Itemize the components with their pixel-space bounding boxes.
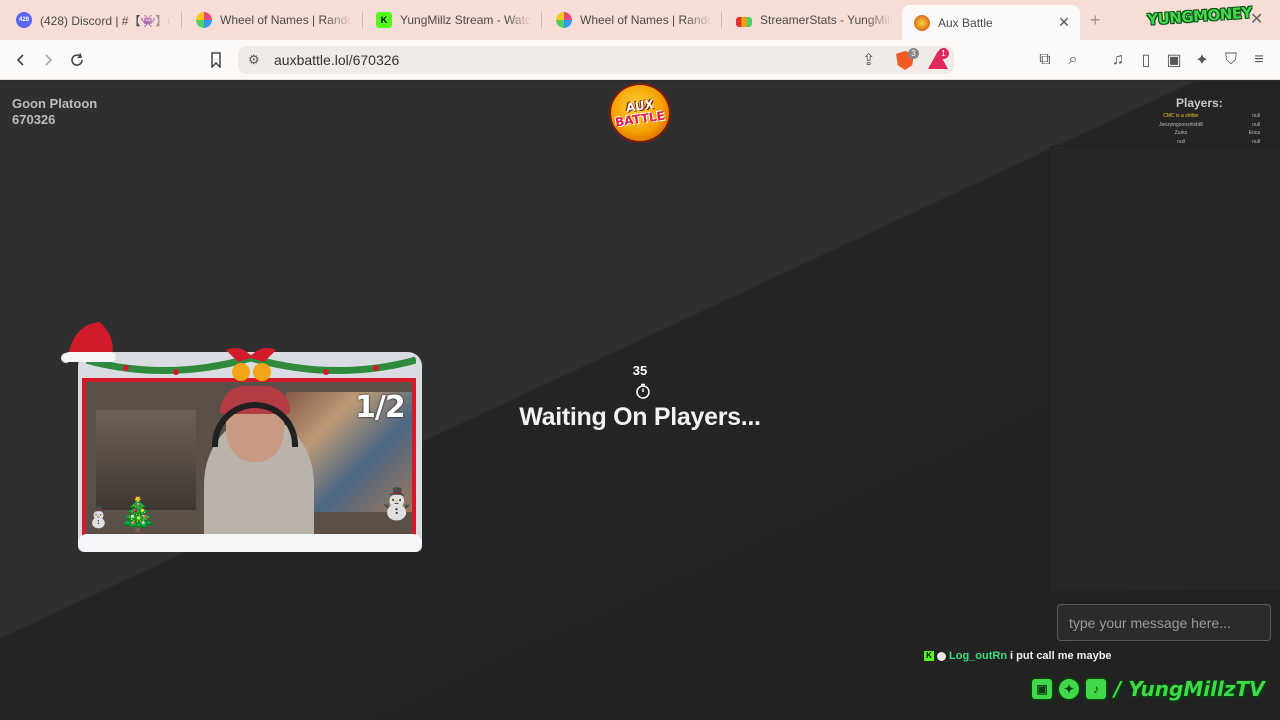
tab-bar: 428 (428) Discord | #【👾】Gene Wheel of Na… — [0, 0, 1280, 40]
player-score: null — [1252, 113, 1260, 119]
tab-kick-stream[interactable]: K YungMillz Stream - Watch — [364, 5, 540, 35]
countdown-value: 35 — [632, 363, 648, 378]
site-settings-icon[interactable]: ⚙ — [248, 52, 260, 68]
kick-icon: K — [376, 12, 392, 28]
chat-message-input[interactable] — [1057, 604, 1271, 641]
logo-line-battle: BATTLE — [614, 108, 666, 130]
stopwatch-icon — [636, 383, 650, 399]
tab-streamerstats[interactable]: StreamerStats - YungMillz — [724, 5, 900, 35]
room-name: Goon Platoon — [12, 96, 98, 111]
share-icon[interactable]: ⇪ — [862, 50, 875, 70]
chat-panel — [1049, 145, 1280, 590]
player-row: Jeezyingoonshlxbt8 null — [1140, 121, 1260, 130]
tab-title: Wheel of Names | Random — [220, 13, 352, 27]
christmas-tree-icon: 🎄 — [118, 496, 158, 532]
wallet-search-icon[interactable]: ⌕ — [1063, 50, 1083, 70]
extensions-icon[interactable]: ⧉ — [1035, 50, 1055, 70]
player-score: null — [1252, 121, 1260, 128]
twitch-icon: ▣ — [1030, 677, 1054, 701]
stats-icon — [736, 17, 752, 27]
reload-icon[interactable] — [67, 50, 87, 70]
player-row: Zurks Erica — [1140, 129, 1260, 138]
tab-wheel-of-names-1[interactable]: Wheel of Names | Random — [184, 5, 360, 35]
chat-username: Log_outRn — [949, 650, 1008, 662]
browser-toolbar: ⚙ auxbattle.lol/670326 ⇪ 3 1 ⧉ ⌕ ♫ ▯ ▣ ✦… — [0, 40, 1280, 80]
stream-chat-message: K Log_outRn i put call me maybe — [924, 650, 1112, 662]
tab-title: (428) Discord | #【👾】Gene — [40, 13, 172, 28]
counter-display: 1/2 — [355, 390, 406, 425]
discord-icon: 428 — [16, 12, 32, 28]
bookmark-icon[interactable] — [206, 50, 226, 70]
media-icon[interactable]: ♫ — [1108, 50, 1128, 70]
wallet-icon[interactable]: ▣ — [1164, 50, 1184, 70]
chat-text: i put call me maybe — [1010, 650, 1112, 662]
tiktok-icon: ♪ — [1084, 677, 1108, 701]
back-icon[interactable] — [11, 50, 31, 70]
aux-battle-icon — [914, 14, 930, 31]
new-tab-button[interactable]: + — [1090, 10, 1101, 31]
vpn-icon[interactable]: ⛉ — [1221, 50, 1241, 70]
players-title: Players: — [1176, 96, 1223, 110]
player-score: Erica — [1248, 130, 1260, 136]
tab-title: StreamerStats - YungMillz — [760, 13, 892, 27]
leo-ai-icon[interactable]: ✦ — [1192, 50, 1212, 70]
tab-wheel-of-names-2[interactable]: Wheel of Names | Random — [544, 5, 720, 35]
tab-title: YungMillz Stream - Watch — [400, 13, 532, 27]
close-tab-icon[interactable]: ✕ — [1056, 14, 1072, 31]
social-handle: / YungMillzTV — [1114, 677, 1265, 701]
tab-aux-battle[interactable]: Aux Battle ✕ — [902, 5, 1080, 40]
garland-decoration — [86, 348, 416, 381]
kick-icon: K — [924, 651, 934, 661]
window-close-icon[interactable]: ✕ — [1250, 9, 1263, 29]
player-name: Zurks — [1174, 130, 1188, 136]
room-code: 670326 — [12, 112, 56, 127]
aux-battle-logo: AUX BATTLE — [611, 85, 669, 141]
player-row: CMC is a shitter null — [1140, 112, 1260, 121]
player-name: CMC is a shitter — [1163, 113, 1199, 119]
tab-title: Wheel of Names | Random — [580, 13, 712, 27]
players-list: CMC is a shitter null Jeezyingoonshlxbt8… — [1140, 112, 1260, 146]
address-bar[interactable]: ⚙ auxbattle.lol/670326 ⇪ 3 1 — [238, 46, 954, 74]
brave-shield-badge: 3 — [908, 48, 919, 59]
forward-icon[interactable] — [38, 50, 58, 70]
menu-icon[interactable]: ≡ — [1249, 50, 1269, 70]
user-badge-icon — [937, 651, 946, 661]
wheel-icon — [556, 12, 572, 28]
url-text[interactable]: auxbattle.lol/670326 — [274, 52, 399, 68]
twitter-icon: ✦ — [1057, 677, 1081, 701]
social-handles: ▣ ✦ ♪ / YungMillzTV — [1030, 677, 1265, 701]
santa-hat-icon — [61, 322, 116, 363]
snow-decoration — [78, 534, 422, 552]
tab-discord[interactable]: 428 (428) Discord | #【👾】Gene — [4, 5, 180, 35]
player-name: Jeezyingoonshlxbt8 — [1159, 121, 1203, 128]
tab-title: Aux Battle — [938, 15, 993, 30]
wheel-icon — [196, 12, 212, 28]
waiting-status: Waiting On Players... — [519, 403, 761, 431]
sidebar-icon[interactable]: ▯ — [1136, 50, 1156, 70]
snowman-icon: ⛄ — [378, 488, 416, 521]
snowman-icon: ⛄ — [86, 507, 111, 529]
brave-rewards-badge: 1 — [938, 48, 949, 59]
